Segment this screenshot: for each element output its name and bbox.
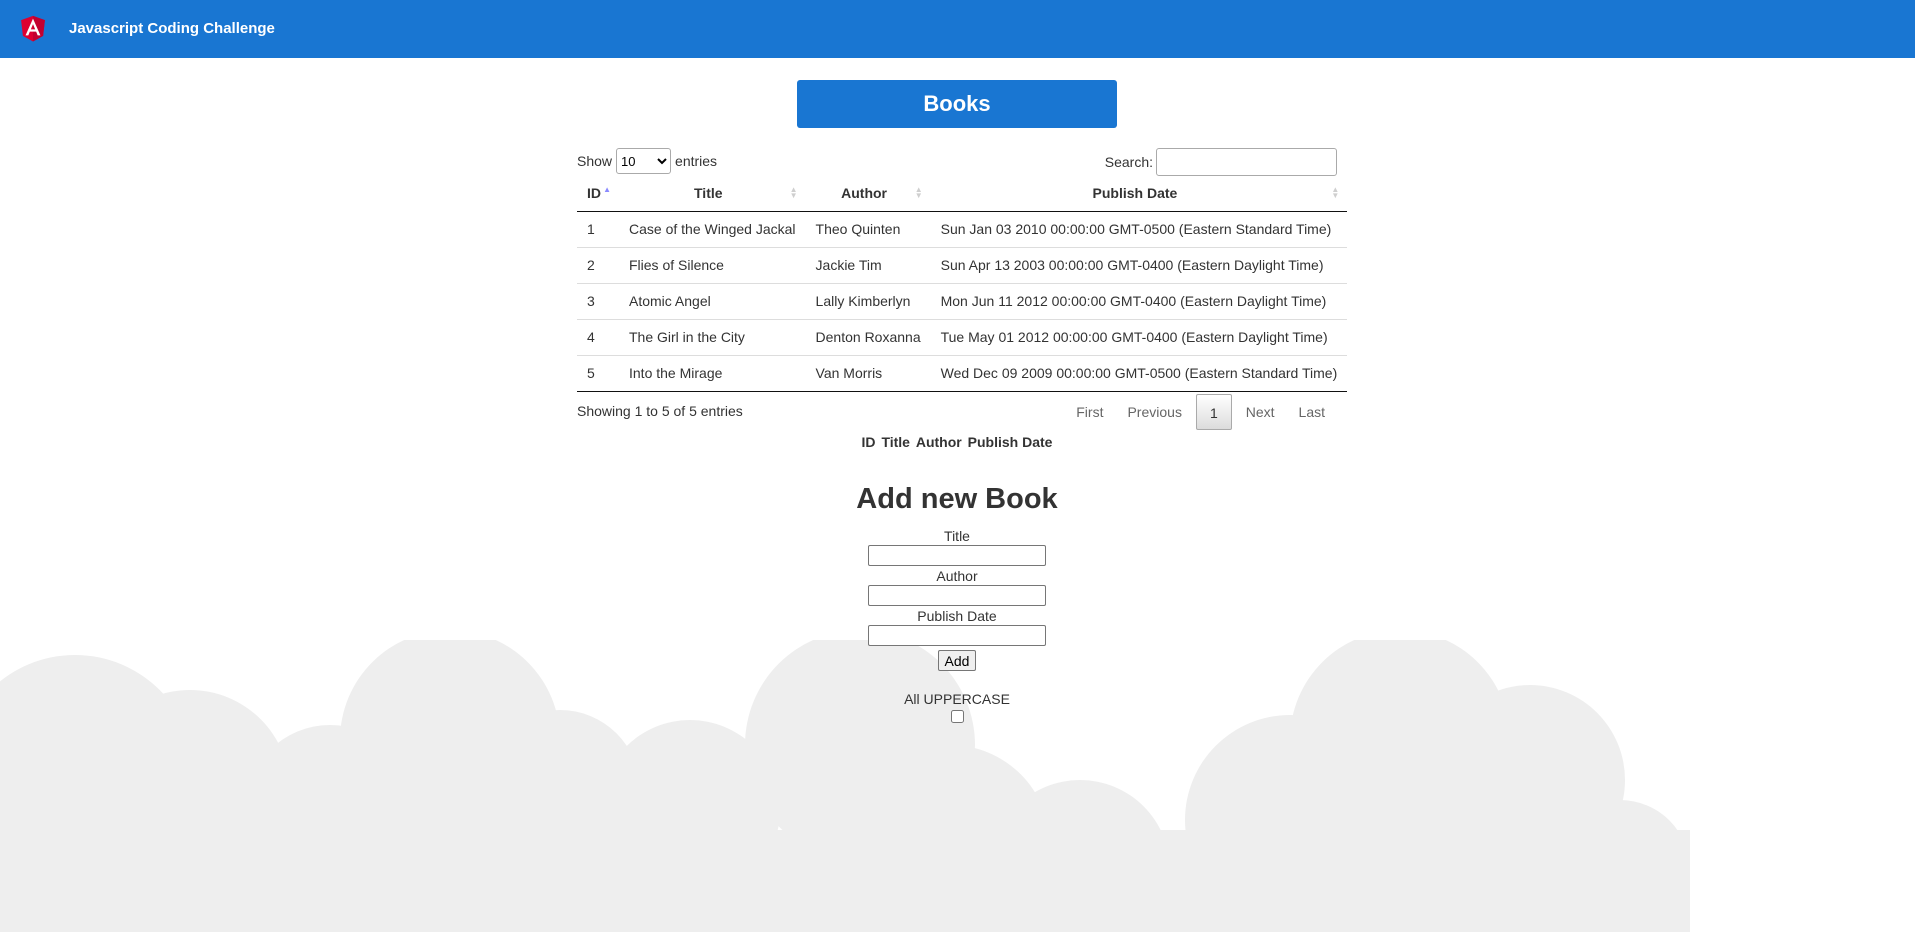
cell-title: Case of the Winged Jackal [629,221,796,237]
author-label: Author [936,568,978,584]
sort-ascending-icon: ▲ [603,185,611,194]
cell-publish-date: Mon Jun 11 2012 00:00:00 GMT-0400 (Easte… [930,282,1348,319]
books-heading: Books [797,80,1117,128]
show-label: Show [577,153,613,169]
footer-header-id: ID [861,434,876,450]
cell-publish-date: Tue May 01 2012 00:00:00 GMT-0400 (Easte… [930,318,1348,355]
footer-column-headers: ID Title Author Publish Date [577,434,1337,450]
add-button[interactable]: Add [937,650,977,671]
column-header-title[interactable]: Title ▲ ▼ [619,176,806,212]
cell-title: Atomic Angel [619,282,806,319]
table-row: 4 The Girl in the City Denton Roxanna Tu… [577,318,1348,355]
add-book-form: Title Author Publish Date Add All UPPERC… [577,528,1337,723]
publish-date-input[interactable] [868,625,1046,646]
column-header-id[interactable]: ID ▲ [577,176,619,212]
cell-publish-date: Sun Jan 03 2010 00:00:00 GMT-0500 (Easte… [940,221,1332,237]
angular-logo-icon [21,15,45,42]
search-label: Search: [1104,154,1153,170]
uppercase-toggle: All UPPERCASE [577,691,1337,723]
uppercase-label: All UPPERCASE [904,691,1010,707]
cell-id: 4 [577,318,619,355]
table-info: Showing 1 to 5 of 5 entries [577,403,743,419]
pagination-page-1[interactable]: 1 [1195,394,1232,430]
sort-icon: ▲ ▼ [1331,185,1340,200]
publish-date-field-group: Publish Date [577,608,1337,648]
page-length-control: Show 10 entries [577,148,717,174]
cell-author: Jackie Tim [805,246,931,283]
cell-id: 1 [587,221,595,237]
table-controls: Show 10 entries Search: [577,144,1337,176]
table-row: 2 Flies of Silence Jackie Tim Sun Apr 13… [577,246,1348,283]
pagination-next[interactable]: Next [1234,394,1287,430]
cell-author: Theo Quinten [815,221,901,237]
uppercase-checkbox[interactable] [950,710,964,723]
cell-author: Van Morris [805,354,931,392]
footer-header-title: Title [881,434,910,450]
publish-date-label: Publish Date [917,608,997,624]
books-table: ID ▲ Title ▲ ▼ Author ▲ ▼ Publish Date ▲ ▼ [577,176,1348,392]
table-row: 3 Atomic Angel Lally Kimberlyn Mon Jun 1… [577,282,1348,319]
cell-id: 3 [577,282,619,319]
add-book-heading: Add new Book [856,483,1058,515]
sort-icon: ▲ ▼ [789,185,798,200]
entries-label: entries [675,153,718,169]
app-title: Javascript Coding Challenge [69,20,275,37]
column-header-publish-date[interactable]: Publish Date ▲ ▼ [930,176,1348,212]
search-input[interactable] [1156,148,1337,176]
cell-author: Denton Roxanna [805,318,931,355]
top-toolbar: Javascript Coding Challenge [0,0,1915,58]
cell-id: 5 [577,354,619,392]
column-header-author[interactable]: Author ▲ ▼ [805,176,931,212]
cell-title: Into the Mirage [619,354,806,392]
author-field-group: Author [577,568,1337,608]
table-row: 5 Into the Mirage Van Morris Wed Dec 09 … [577,354,1348,392]
table-header-row: ID ▲ Title ▲ ▼ Author ▲ ▼ Publish Date ▲ ▼ [577,176,1348,212]
title-input[interactable] [868,545,1046,566]
pagination-last[interactable]: Last [1287,394,1337,430]
footer-header-author: Author [915,434,962,450]
table-row: 1 Case of the Winged Jackal Theo Quinten… [577,211,1347,247]
pagination-first[interactable]: First [1064,394,1115,430]
cell-title: Flies of Silence [619,246,806,283]
pagination: First Previous 1 Next Last [1064,394,1337,430]
search-control: Search: [1105,148,1337,176]
title-field-group: Title [577,528,1337,568]
pagination-previous[interactable]: Previous [1115,394,1193,430]
cell-publish-date: Sun Apr 13 2003 00:00:00 GMT-0400 (Easte… [930,246,1348,283]
cell-title: The Girl in the City [619,318,806,355]
title-label: Title [944,528,970,544]
footer-header-publish-date: Publish Date [967,434,1053,450]
page-length-select[interactable]: 10 [616,148,672,174]
sort-icon: ▲ ▼ [914,185,923,200]
cell-id: 2 [577,246,619,283]
author-input[interactable] [868,585,1046,606]
cell-author: Lally Kimberlyn [805,282,931,319]
cell-publish-date: Wed Dec 09 2009 00:00:00 GMT-0500 (Easte… [930,354,1348,392]
